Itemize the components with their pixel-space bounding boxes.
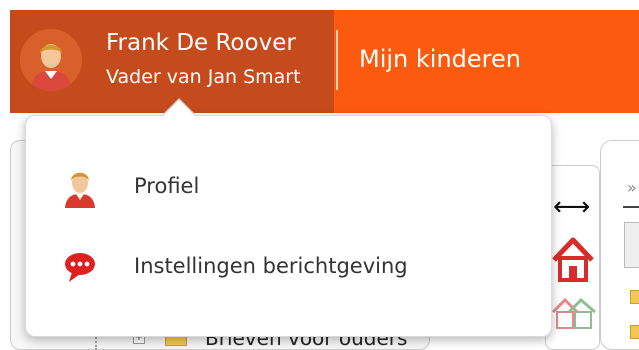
side-panel-box [624,222,639,268]
avatar[interactable] [20,29,82,91]
resize-arrows-icon[interactable]: ⟷ [553,192,590,222]
dropdown-caret [163,100,195,116]
nav-divider [336,30,338,90]
home-icon[interactable] [550,236,596,288]
folder-icon [630,325,639,339]
header-top-strip [0,0,639,10]
menu-item-instellingen-berichtgeving[interactable]: Instellingen berichtgeving [26,238,553,298]
menu-item-label: Instellingen berichtgeving [134,254,408,278]
user-avatar-icon [20,29,82,91]
user-icon [62,168,98,208]
user-name: Frank De Roover [106,30,296,56]
header-bar: Frank De Roover Vader van Jan Smart Mijn… [0,0,639,115]
speech-bubble-icon [62,248,98,288]
home-multi-icon[interactable] [551,292,597,336]
folder-icon [630,290,639,304]
expand-chevron-icon[interactable]: » [627,178,637,197]
user-dropdown-menu: Profiel Instellingen berichtgeving [25,115,552,337]
nav-link-mijn-kinderen[interactable]: Mijn kinderen [359,45,521,73]
menu-item-label: Profiel [134,174,200,198]
panel-divider [623,206,639,208]
menu-item-profiel[interactable]: Profiel [26,158,553,218]
user-role: Vader van Jan Smart [106,66,301,88]
